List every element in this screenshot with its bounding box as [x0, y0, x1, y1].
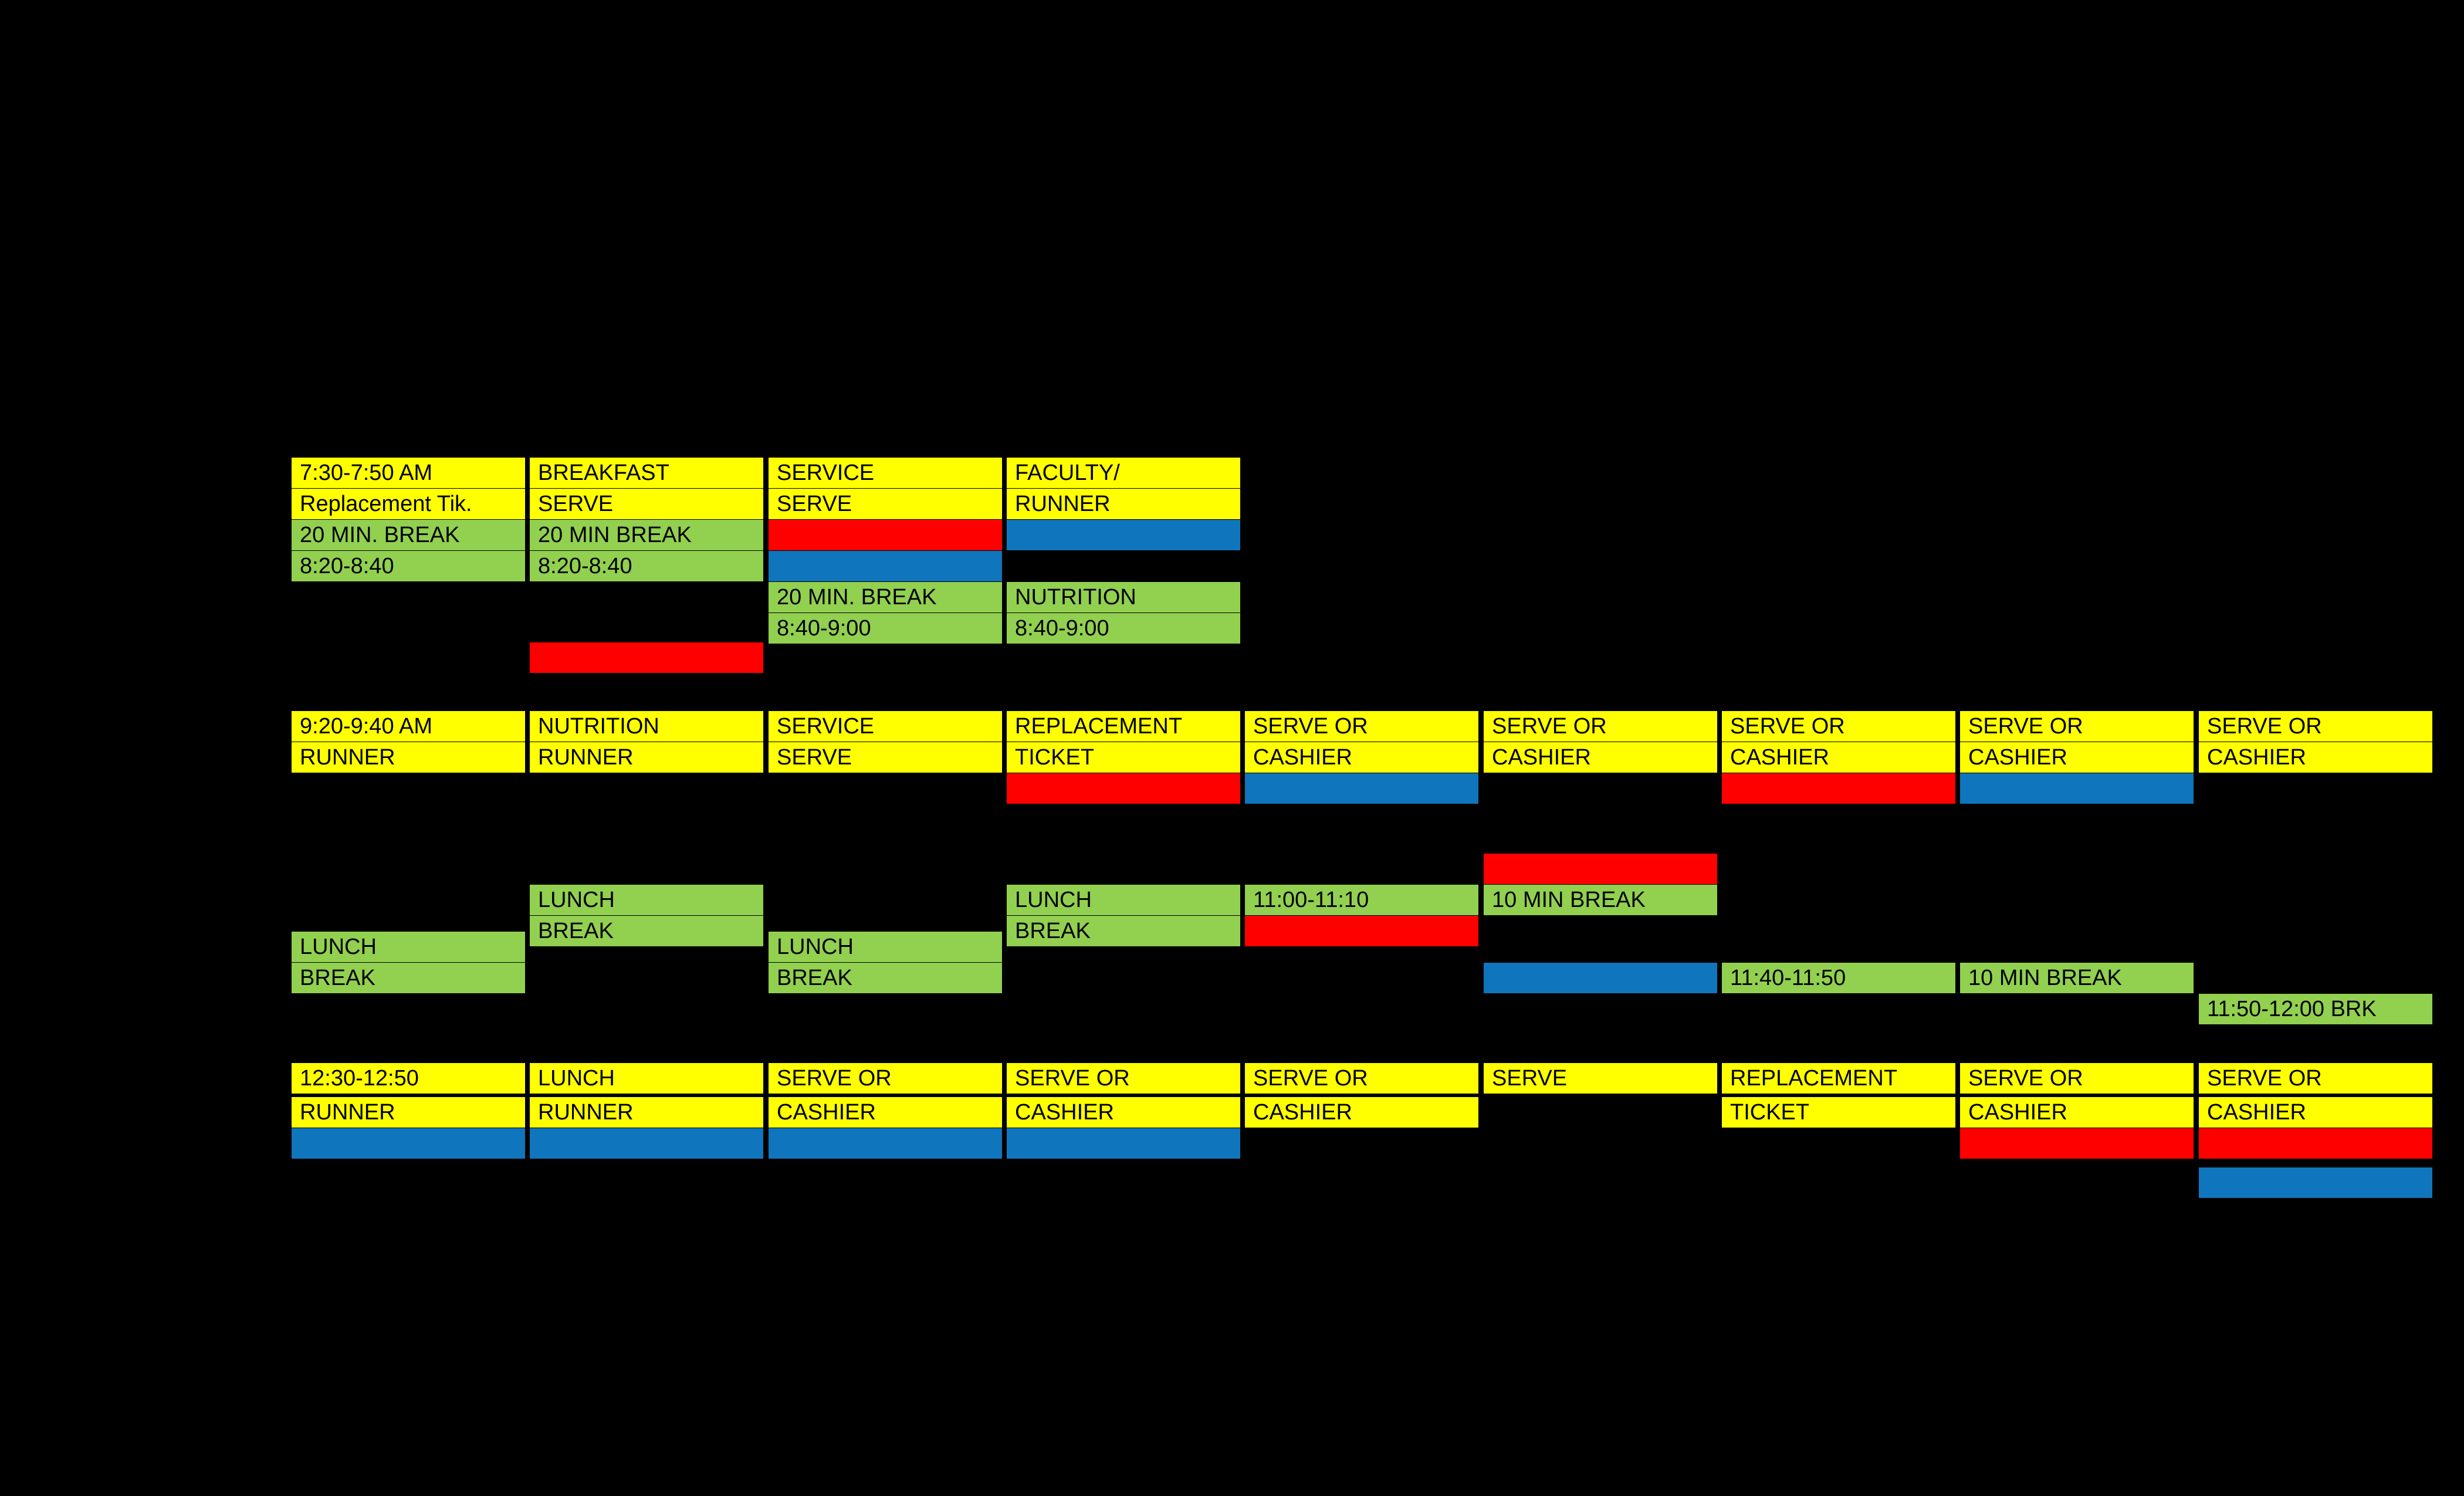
schedule-cell-b3-c5-time: 11:00-11:10 — [1245, 885, 1478, 915]
marker-bar-b4-c9-blue — [2199, 1167, 2432, 1198]
schedule-cell-b1-c1-r4: 8:20-8:40 — [292, 551, 525, 581]
schedule-cell-b1-c4-r1: FACULTY/ — [1007, 458, 1240, 488]
schedule-cell-b1-c3-r6: 8:40-9:00 — [769, 613, 1002, 644]
schedule-cell-b3-c1-lunch: LUNCH — [292, 932, 525, 962]
marker-bar-b2-c7-red — [1722, 773, 1955, 804]
marker-bar-b1-c3-blue — [769, 551, 1002, 581]
schedule-sheet: 7:30-7:50 AM Replacement Tik. 20 MIN. BREA… — [0, 0, 2464, 1496]
schedule-cell-b2-c5-r1: SERVE OR — [1245, 711, 1478, 742]
schedule-cell-b4-c8-r1: SERVE OR — [1960, 1063, 2194, 1094]
schedule-cell-b2-c2-r1: NUTRITION — [530, 711, 763, 742]
schedule-cell-b3-c2-break: BREAK — [530, 916, 763, 946]
schedule-cell-b4-c8-r2: CASHIER — [1960, 1097, 2194, 1128]
schedule-cell-b2-c8-r1: SERVE OR — [1960, 711, 2194, 742]
marker-bar-b4-c1-blue — [292, 1128, 525, 1159]
schedule-cell-b4-c5-r1: SERVE OR — [1245, 1063, 1478, 1094]
schedule-cell-b2-c4-r1: REPLACEMENT — [1007, 711, 1240, 742]
schedule-cell-b4-c9-r1: SERVE OR — [2199, 1063, 2432, 1094]
marker-bar-b1-c4-blue — [1007, 520, 1240, 550]
schedule-cell-b3-c8-brk: 10 MIN BREAK — [1960, 963, 2194, 993]
schedule-cell-b4-c5-r2: CASHIER — [1245, 1097, 1478, 1128]
schedule-cell-b1-c3-r5: 20 MIN. BREAK — [769, 582, 1002, 612]
schedule-cell-b1-c4-r4: NUTRITION — [1007, 582, 1240, 612]
schedule-cell-b3-c3-break: BREAK — [769, 963, 1002, 993]
marker-bar-b4-c2-blue — [530, 1128, 763, 1159]
schedule-cell-b1-c2-r3: 20 MIN BREAK — [530, 520, 763, 550]
schedule-cell-b2-c6-r2: CASHIER — [1484, 742, 1717, 773]
schedule-cell-b4-c7-r2: TICKET — [1722, 1097, 1955, 1128]
schedule-cell-b2-c8-r2: CASHIER — [1960, 742, 2194, 773]
schedule-cell-b3-c7-time: 11:40-11:50 — [1722, 963, 1955, 993]
schedule-cell-b1-c1-r2: Replacement Tik. — [292, 489, 525, 519]
schedule-cell-b4-c9-r2: CASHIER — [2199, 1097, 2432, 1128]
schedule-cell-b2-c9-r1: SERVE OR — [2199, 711, 2432, 742]
schedule-cell-b4-c4-r2: CASHIER — [1007, 1097, 1240, 1128]
marker-bar-b4-c8-red — [1960, 1128, 2194, 1159]
schedule-cell-b2-c7-r1: SERVE OR — [1722, 711, 1955, 742]
schedule-cell-b3-c4-lunch: LUNCH — [1007, 885, 1240, 915]
schedule-cell-b1-c2-r2: SERVE — [530, 489, 763, 519]
schedule-cell-b1-c3-r2: SERVE — [769, 489, 1002, 519]
marker-bar-b1-c3-red — [769, 520, 1002, 550]
marker-bar-b4-c3-blue — [769, 1128, 1002, 1159]
schedule-cell-b3-c1-break: BREAK — [292, 963, 525, 993]
schedule-cell-b2-c5-r2: CASHIER — [1245, 742, 1478, 773]
schedule-cell-b4-c6-r1: SERVE — [1484, 1063, 1717, 1094]
schedule-cell-b3-c6-brk: 10 MIN BREAK — [1484, 885, 1717, 915]
schedule-cell-b2-c1-r1: 9:20-9:40 AM — [292, 711, 525, 742]
schedule-cell-b2-c6-r1: SERVE OR — [1484, 711, 1717, 742]
schedule-cell-b2-c4-r2: TICKET — [1007, 742, 1240, 773]
marker-bar-b2-c5-blue — [1245, 773, 1478, 804]
marker-bar-b1-c2-red — [530, 642, 763, 673]
marker-bar-b2-c8-blue — [1960, 773, 2194, 804]
schedule-cell-b4-c3-r2: CASHIER — [769, 1097, 1002, 1128]
marker-bar-b2-c4-red — [1007, 773, 1240, 804]
marker-bar-b4-c4-blue — [1007, 1128, 1240, 1159]
schedule-cell-b3-c3-lunch: LUNCH — [769, 932, 1002, 962]
schedule-cell-b2-c9-r2: CASHIER — [2199, 742, 2432, 773]
schedule-cell-b4-c2-r2: RUNNER — [530, 1097, 763, 1128]
schedule-cell-b2-c1-r2: RUNNER — [292, 742, 525, 773]
schedule-cell-b4-c3-r1: SERVE OR — [769, 1063, 1002, 1094]
marker-bar-b3-c6-blue — [1484, 963, 1717, 993]
schedule-cell-b1-c3-r1: SERVICE — [769, 458, 1002, 488]
schedule-cell-b3-c4-break: BREAK — [1007, 916, 1240, 946]
schedule-cell-b4-c2-r1: LUNCH — [530, 1063, 763, 1094]
schedule-cell-b3-c2-lunch: LUNCH — [530, 885, 763, 915]
schedule-cell-b4-c7-r1: REPLACEMENT — [1722, 1063, 1955, 1094]
schedule-cell-b1-c1-r1: 7:30-7:50 AM — [292, 458, 525, 488]
schedule-cell-b1-c4-r5: 8:40-9:00 — [1007, 613, 1240, 644]
marker-bar-b4-c9-red — [2199, 1128, 2432, 1159]
marker-bar-b3-c5-red — [1245, 916, 1478, 946]
schedule-cell-b2-c3-r1: SERVICE — [769, 711, 1002, 742]
schedule-cell-b3-c9-brk: 11:50-12:00 BRK — [2199, 994, 2432, 1024]
schedule-cell-b1-c2-r4: 8:20-8:40 — [530, 551, 763, 581]
schedule-cell-b2-c3-r2: SERVE — [769, 742, 1002, 773]
schedule-cell-b2-c7-r2: CASHIER — [1722, 742, 1955, 773]
schedule-cell-b1-c1-r3: 20 MIN. BREAK — [292, 520, 525, 550]
schedule-cell-b1-c2-r1: BREAKFAST — [530, 458, 763, 488]
marker-bar-b3-c6-red — [1484, 854, 1717, 884]
schedule-cell-b4-c1-r2: RUNNER — [292, 1097, 525, 1128]
schedule-cell-b4-c1-r1: 12:30-12:50 — [292, 1063, 525, 1094]
schedule-cell-b2-c2-r2: RUNNER — [530, 742, 763, 773]
schedule-cell-b1-c4-r2: RUNNER — [1007, 489, 1240, 519]
schedule-cell-b4-c4-r1: SERVE OR — [1007, 1063, 1240, 1094]
